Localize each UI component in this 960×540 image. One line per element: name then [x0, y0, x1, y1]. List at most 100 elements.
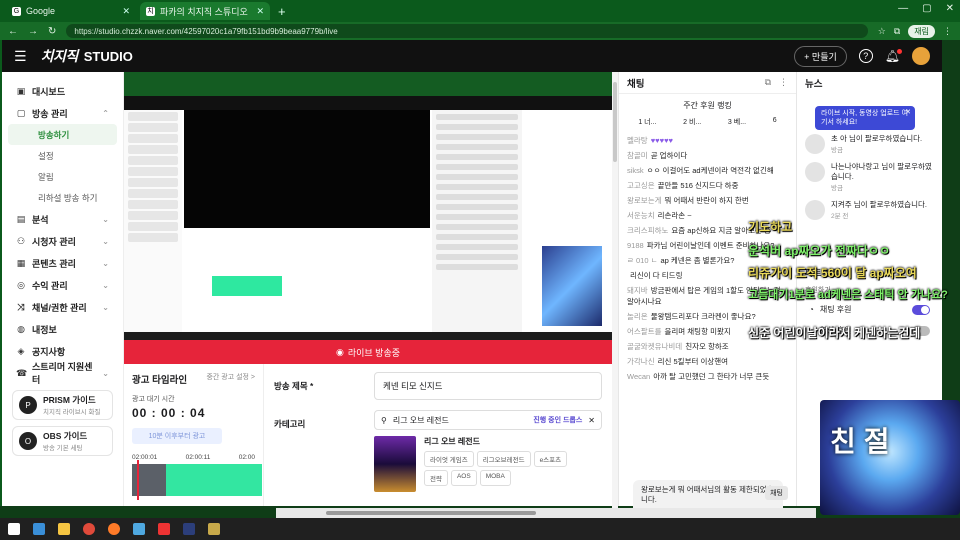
title-input[interactable]: 케넨 티모 신지드	[374, 372, 602, 400]
sidebar-sub-rehearsal[interactable]: 리하설 방송 하기	[2, 187, 123, 208]
folder-icon[interactable]	[58, 523, 70, 535]
tab-google[interactable]: G Google ✕	[6, 2, 136, 20]
sidebar-item-content[interactable]: ▦ 콘텐츠 관리 ⌄	[2, 252, 123, 274]
chat-user[interactable]: 돼지바	[627, 286, 648, 295]
sidebar-item-support[interactable]: ☎ 스트리머 지원센터 ⌄	[2, 362, 123, 385]
drops-link[interactable]: 진행 중인 드롭스	[533, 415, 582, 425]
sidebar-item-myinfo[interactable]: ◍ 내정보	[2, 318, 123, 340]
chat-user[interactable]: 멜라탕	[627, 136, 648, 145]
preview-taskbar	[124, 332, 612, 340]
chat-user[interactable]: 서운능치	[627, 211, 655, 220]
live-status-bar[interactable]: ◉ 라이브 방송중	[124, 340, 612, 364]
menu-icon[interactable]: ⋮	[943, 26, 952, 37]
chat-user[interactable]: siksk	[627, 166, 644, 175]
sidebar-item-label: 시청자 관리	[32, 236, 76, 247]
horizontal-scrollbar[interactable]	[276, 508, 816, 518]
sidebar-item-label: 콘텐츠 관리	[32, 258, 76, 269]
sidebar-sub-alerts[interactable]: 알림	[2, 166, 123, 187]
sidebar-item-dashboard[interactable]: ▣ 대시보드	[2, 80, 123, 102]
close-window-icon[interactable]: ✕	[946, 3, 954, 14]
upload-toast[interactable]: 라이브 시작, 동영상 업로드 여기서 하세요! ✕	[815, 106, 915, 130]
profile-button[interactable]: 재림	[908, 24, 935, 38]
avatar	[805, 134, 825, 154]
rank-item[interactable]: 6	[773, 117, 777, 127]
avatar	[805, 162, 825, 182]
chat-user[interactable]: 가각나신	[627, 357, 655, 366]
new-tab-button[interactable]: +	[278, 4, 286, 19]
ad-button[interactable]: 10분 이후부터 광고	[132, 428, 222, 444]
chat-user[interactable]: ㄹ 010 ㄴ	[627, 256, 657, 265]
chat-user[interactable]: 크리스피하노	[627, 226, 668, 235]
broadcast-form: 방송 제목 * 케넨 티모 신지드 카테고리 ⚲ 리그 오브 레전드 진행 중인…	[264, 364, 612, 506]
sidebar-item-notice[interactable]: ◈ 공지사항	[2, 340, 123, 362]
prism-guide[interactable]: P PRISM 가이드 치지직 라이브시 화질	[12, 390, 113, 420]
chat-user[interactable]: 놀리온	[627, 312, 648, 321]
category-search[interactable]: ⚲ 리그 오브 레전드 진행 중인 드롭스 ✕	[374, 410, 602, 430]
sidebar-item-viewers[interactable]: ⚇ 시청자 관리 ⌄	[2, 230, 123, 252]
chevron-down-icon: ⌄	[102, 280, 109, 290]
windows-start-icon[interactable]	[8, 523, 20, 535]
rank-item[interactable]: 2 비...	[683, 117, 701, 127]
app-icon[interactable]	[158, 523, 170, 535]
rank-item[interactable]: 1 너...	[638, 117, 656, 127]
category-card[interactable]: 리그 오브 레전드 라이엇 게임즈 리그오브레전드 e스포츠 전략 AOS MO…	[374, 436, 602, 492]
sidebar-item-channel[interactable]: ⤨ 채널/권한 관리 ⌄	[2, 296, 123, 318]
sidebar-item-analytics[interactable]: ▤ 분석 ⌄	[2, 208, 123, 230]
chat-user[interactable]: 참골미	[627, 151, 648, 160]
edge-icon[interactable]	[33, 523, 45, 535]
make-button[interactable]: + 만들기	[794, 45, 847, 67]
avatar[interactable]	[912, 47, 930, 65]
steam-icon[interactable]	[183, 523, 195, 535]
help-icon[interactable]: ?	[858, 49, 873, 63]
guide-sub: 방송 기본 세팅	[43, 445, 83, 452]
ad-setting-link[interactable]: 중간 광고 설정 >	[206, 372, 255, 386]
forward-icon[interactable]: →	[28, 26, 38, 37]
chat-user[interactable]: Wecan	[627, 372, 650, 381]
chat-send-button[interactable]: 채팅	[765, 486, 788, 500]
app-icon[interactable]	[133, 523, 145, 535]
tab-studio[interactable]: 치 파카의 치지직 스튜디오 ✕	[140, 2, 270, 20]
close-icon[interactable]: ✕	[256, 6, 264, 17]
logo[interactable]: 치지직	[41, 46, 79, 66]
firefox-icon[interactable]	[108, 523, 120, 535]
follow-notification[interactable]: 나는나야나랑고 님이 팔로우하였습니다. 방금	[797, 156, 942, 194]
extensions-icon[interactable]: ⧉	[894, 26, 900, 37]
close-icon[interactable]: ✕	[588, 416, 595, 425]
stream-preview[interactable]: ◉ 라이브 방송중	[124, 72, 612, 364]
hamburger-icon[interactable]: ☰	[14, 48, 27, 65]
ad-tick: 02:00:01	[132, 454, 158, 461]
sidebar-sub-settings[interactable]: 설정	[2, 145, 123, 166]
follow-notification[interactable]: 지켜주 님이 팔로우하였습니다. 2분 전	[797, 194, 942, 222]
url-input[interactable]: https://studio.chzzk.naver.com/42597020c…	[66, 24, 868, 38]
chat-user[interactable]: 고고싱은	[627, 181, 655, 190]
sidebar-item-revenue[interactable]: ◎ 수익 관리 ⌄	[2, 274, 123, 296]
close-icon[interactable]: ✕	[122, 6, 130, 17]
maximize-icon[interactable]: ▢	[922, 3, 931, 14]
star-icon[interactable]: ☆	[878, 26, 886, 37]
chat-user[interactable]: 골굴와켓유나비데	[627, 342, 682, 351]
ad-track[interactable]	[132, 460, 262, 500]
chat-user[interactable]: 왕로보는게	[627, 196, 662, 205]
chrome-icon[interactable]	[83, 523, 95, 535]
minimize-icon[interactable]: —	[898, 3, 908, 14]
reload-icon[interactable]: ↻	[48, 26, 56, 37]
live-label: 라이브 방송중	[347, 347, 401, 358]
category-name: 리그 오브 레전드	[424, 437, 480, 446]
more-icon[interactable]: ⋮	[779, 77, 788, 88]
sidebar-sub-live[interactable]: 방송하기	[8, 124, 117, 145]
league-icon[interactable]	[208, 523, 220, 535]
popout-icon[interactable]: ⧉	[765, 77, 771, 88]
chat-donation-toggle[interactable]	[912, 304, 930, 315]
ad-timeline: 광고 타임라인 중간 광고 설정 > 광고 대기 시간 00 : 00 : 04…	[124, 364, 264, 506]
bell-icon[interactable]: 🔔︎	[885, 49, 903, 63]
follow-notification[interactable]: 초 아 님이 팔로우하였습니다. 방금	[797, 128, 942, 156]
windows-taskbar	[0, 518, 960, 540]
chat-user[interactable]: 9188	[627, 241, 644, 250]
chat-user[interactable]: 어스팔트를	[627, 327, 662, 336]
sidebar-item-broadcast[interactable]: ▢ 방송 관리 ⌃	[2, 102, 123, 124]
back-icon[interactable]: ←	[8, 26, 18, 37]
preview-browser-chrome	[124, 72, 612, 96]
rank-item[interactable]: 3 베...	[728, 117, 746, 127]
obs-guide[interactable]: O OBS 가이드 방송 기본 세팅	[12, 426, 113, 456]
close-icon[interactable]: ✕	[905, 108, 911, 117]
